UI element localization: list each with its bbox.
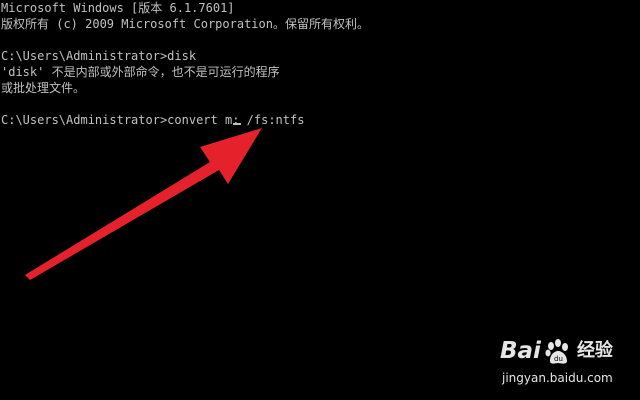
- typed-command-rest[interactable]: : /fs:ntfs: [232, 113, 304, 127]
- watermark-brand-left: Bai: [500, 338, 541, 364]
- paw-logo-icon: du: [545, 339, 568, 364]
- console-line: 或批处理文件。: [1, 81, 86, 95]
- console-line: Microsoft Windows [版本 6.1.7601]: [1, 1, 235, 15]
- watermark-product: 经验: [576, 340, 613, 361]
- watermark-url: jingyan.baidu.com: [502, 371, 613, 385]
- console-output: Microsoft Windows [版本 6.1.7601] 版权所有 (c)…: [1, 0, 640, 128]
- console-line: 'disk' 不是内部或外部命令，也不是可运行的程序: [1, 65, 280, 79]
- command-prompt-window[interactable]: Microsoft Windows [版本 6.1.7601] 版权所有 (c)…: [0, 0, 640, 400]
- typed-command[interactable]: convert m: [167, 113, 232, 127]
- svg-text:du: du: [554, 355, 563, 363]
- console-line: 版权所有 (c) 2009 Microsoft Corporation。保留所有…: [1, 17, 369, 31]
- prompt-path: C:\Users\Administrator>: [1, 113, 168, 127]
- console-line: C:\Users\Administrator>disk: [1, 49, 197, 63]
- command-input-line[interactable]: C:\Users\Administrator>convert m: /fs:nt…: [1, 112, 640, 128]
- baidu-jingyan-watermark: Bai du 经验 jingyan.baidu.com: [500, 334, 630, 390]
